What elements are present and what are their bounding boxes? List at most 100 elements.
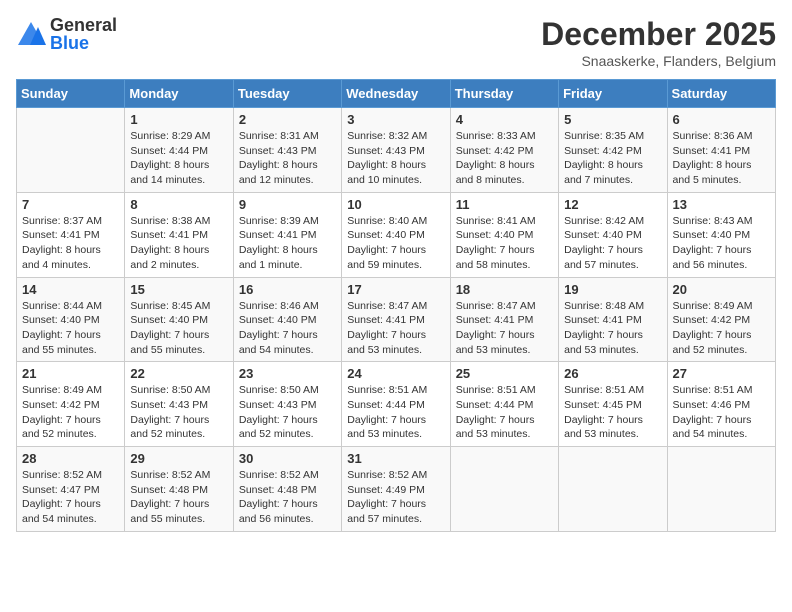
day-info: Sunrise: 8:31 AM Sunset: 4:43 PM Dayligh… — [239, 129, 336, 188]
day-number: 18 — [456, 282, 553, 297]
day-number: 16 — [239, 282, 336, 297]
weekday-header-row: SundayMondayTuesdayWednesdayThursdayFrid… — [17, 80, 776, 108]
calendar-cell: 18 Sunrise: 8:47 AM Sunset: 4:41 PM Dayli… — [450, 277, 558, 362]
calendar-cell: 26 Sunrise: 8:51 AM Sunset: 4:45 PM Dayli… — [559, 362, 667, 447]
day-number: 1 — [130, 112, 227, 127]
month-title: December 2025 — [541, 16, 776, 53]
day-info: Sunrise: 8:47 AM Sunset: 4:41 PM Dayligh… — [347, 299, 444, 358]
day-info: Sunrise: 8:52 AM Sunset: 4:49 PM Dayligh… — [347, 468, 444, 527]
calendar-week-row: 7 Sunrise: 8:37 AM Sunset: 4:41 PM Daylig… — [17, 192, 776, 277]
calendar-cell: 22 Sunrise: 8:50 AM Sunset: 4:43 PM Dayli… — [125, 362, 233, 447]
weekday-header-wednesday: Wednesday — [342, 80, 450, 108]
weekday-header-friday: Friday — [559, 80, 667, 108]
calendar-cell: 5Sunrise: 8:35 AM Sunset: 4:42 PM Daylig… — [559, 108, 667, 193]
calendar-cell — [667, 447, 775, 532]
day-number: 23 — [239, 366, 336, 381]
day-number: 24 — [347, 366, 444, 381]
day-info: Sunrise: 8:51 AM Sunset: 4:44 PM Dayligh… — [456, 383, 553, 442]
calendar-cell: 24Sunrise: 8:51 AM Sunset: 4:44 PM Dayli… — [342, 362, 450, 447]
calendar-cell: 19 Sunrise: 8:48 AM Sunset: 4:41 PM Dayli… — [559, 277, 667, 362]
calendar-cell: 20Sunrise: 8:49 AM Sunset: 4:42 PM Dayli… — [667, 277, 775, 362]
day-number: 6 — [673, 112, 770, 127]
day-info: Sunrise: 8:42 AM Sunset: 4:40 PM Dayligh… — [564, 214, 661, 273]
day-info: Sunrise: 8:49 AM Sunset: 4:42 PM Dayligh… — [673, 299, 770, 358]
day-number: 4 — [456, 112, 553, 127]
day-number: 10 — [347, 197, 444, 212]
logo-blue-text: Blue — [50, 34, 117, 52]
calendar-cell: 3 Sunrise: 8:32 AM Sunset: 4:43 PM Daylig… — [342, 108, 450, 193]
day-info: Sunrise: 8:46 AM Sunset: 4:40 PM Dayligh… — [239, 299, 336, 358]
calendar-cell: 2 Sunrise: 8:31 AM Sunset: 4:43 PM Daylig… — [233, 108, 341, 193]
calendar-table: SundayMondayTuesdayWednesdayThursdayFrid… — [16, 79, 776, 532]
calendar-cell: 9Sunrise: 8:39 AM Sunset: 4:41 PM Daylig… — [233, 192, 341, 277]
calendar-cell: 6Sunrise: 8:36 AM Sunset: 4:41 PM Daylig… — [667, 108, 775, 193]
day-info: Sunrise: 8:32 AM Sunset: 4:43 PM Dayligh… — [347, 129, 444, 188]
day-info: Sunrise: 8:39 AM Sunset: 4:41 PM Dayligh… — [239, 214, 336, 273]
calendar-cell: 1 Sunrise: 8:29 AM Sunset: 4:44 PM Daylig… — [125, 108, 233, 193]
calendar-cell: 17 Sunrise: 8:47 AM Sunset: 4:41 PM Dayli… — [342, 277, 450, 362]
calendar-cell: 8Sunrise: 8:38 AM Sunset: 4:41 PM Daylig… — [125, 192, 233, 277]
day-number: 13 — [673, 197, 770, 212]
day-number: 7 — [22, 197, 119, 212]
calendar-cell: 13 Sunrise: 8:43 AM Sunset: 4:40 PM Dayli… — [667, 192, 775, 277]
weekday-header-thursday: Thursday — [450, 80, 558, 108]
day-number: 3 — [347, 112, 444, 127]
day-info: Sunrise: 8:47 AM Sunset: 4:41 PM Dayligh… — [456, 299, 553, 358]
day-info: Sunrise: 8:51 AM Sunset: 4:45 PM Dayligh… — [564, 383, 661, 442]
weekday-header-monday: Monday — [125, 80, 233, 108]
calendar-cell: 23 Sunrise: 8:50 AM Sunset: 4:43 PM Dayli… — [233, 362, 341, 447]
day-number: 15 — [130, 282, 227, 297]
calendar-cell: 14 Sunrise: 8:44 AM Sunset: 4:40 PM Dayli… — [17, 277, 125, 362]
calendar-cell — [17, 108, 125, 193]
day-number: 12 — [564, 197, 661, 212]
day-number: 17 — [347, 282, 444, 297]
day-info: Sunrise: 8:45 AM Sunset: 4:40 PM Dayligh… — [130, 299, 227, 358]
day-info: Sunrise: 8:37 AM Sunset: 4:41 PM Dayligh… — [22, 214, 119, 273]
day-info: Sunrise: 8:50 AM Sunset: 4:43 PM Dayligh… — [130, 383, 227, 442]
day-info: Sunrise: 8:50 AM Sunset: 4:43 PM Dayligh… — [239, 383, 336, 442]
logo: General Blue — [16, 16, 117, 52]
calendar-cell: 21 Sunrise: 8:49 AM Sunset: 4:42 PM Dayli… — [17, 362, 125, 447]
day-info: Sunrise: 8:29 AM Sunset: 4:44 PM Dayligh… — [130, 129, 227, 188]
day-info: Sunrise: 8:52 AM Sunset: 4:48 PM Dayligh… — [130, 468, 227, 527]
day-number: 27 — [673, 366, 770, 381]
day-number: 26 — [564, 366, 661, 381]
day-info: Sunrise: 8:49 AM Sunset: 4:42 PM Dayligh… — [22, 383, 119, 442]
day-number: 11 — [456, 197, 553, 212]
calendar-cell: 27Sunrise: 8:51 AM Sunset: 4:46 PM Dayli… — [667, 362, 775, 447]
day-info: Sunrise: 8:52 AM Sunset: 4:48 PM Dayligh… — [239, 468, 336, 527]
weekday-header-sunday: Sunday — [17, 80, 125, 108]
header: General Blue December 2025 Snaaskerke, F… — [16, 16, 776, 69]
calendar-cell: 31Sunrise: 8:52 AM Sunset: 4:49 PM Dayli… — [342, 447, 450, 532]
day-info: Sunrise: 8:43 AM Sunset: 4:40 PM Dayligh… — [673, 214, 770, 273]
day-number: 22 — [130, 366, 227, 381]
calendar-week-row: 28Sunrise: 8:52 AM Sunset: 4:47 PM Dayli… — [17, 447, 776, 532]
day-info: Sunrise: 8:44 AM Sunset: 4:40 PM Dayligh… — [22, 299, 119, 358]
day-info: Sunrise: 8:38 AM Sunset: 4:41 PM Dayligh… — [130, 214, 227, 273]
day-number: 25 — [456, 366, 553, 381]
calendar-cell — [559, 447, 667, 532]
day-number: 2 — [239, 112, 336, 127]
calendar-week-row: 1 Sunrise: 8:29 AM Sunset: 4:44 PM Daylig… — [17, 108, 776, 193]
calendar-week-row: 14 Sunrise: 8:44 AM Sunset: 4:40 PM Dayli… — [17, 277, 776, 362]
calendar-cell: 15 Sunrise: 8:45 AM Sunset: 4:40 PM Dayli… — [125, 277, 233, 362]
day-info: Sunrise: 8:48 AM Sunset: 4:41 PM Dayligh… — [564, 299, 661, 358]
day-info: Sunrise: 8:33 AM Sunset: 4:42 PM Dayligh… — [456, 129, 553, 188]
calendar-week-row: 21 Sunrise: 8:49 AM Sunset: 4:42 PM Dayli… — [17, 362, 776, 447]
logo-general-text: General — [50, 16, 117, 34]
day-number: 30 — [239, 451, 336, 466]
title-area: December 2025 Snaaskerke, Flanders, Belg… — [541, 16, 776, 69]
weekday-header-saturday: Saturday — [667, 80, 775, 108]
calendar-cell: 11 Sunrise: 8:41 AM Sunset: 4:40 PM Dayli… — [450, 192, 558, 277]
day-info: Sunrise: 8:41 AM Sunset: 4:40 PM Dayligh… — [456, 214, 553, 273]
calendar-cell: 25 Sunrise: 8:51 AM Sunset: 4:44 PM Dayli… — [450, 362, 558, 447]
weekday-header-tuesday: Tuesday — [233, 80, 341, 108]
day-number: 21 — [22, 366, 119, 381]
day-number: 19 — [564, 282, 661, 297]
day-number: 28 — [22, 451, 119, 466]
calendar-cell — [450, 447, 558, 532]
calendar-cell: 28Sunrise: 8:52 AM Sunset: 4:47 PM Dayli… — [17, 447, 125, 532]
calendar-cell: 12 Sunrise: 8:42 AM Sunset: 4:40 PM Dayli… — [559, 192, 667, 277]
calendar-cell: 29Sunrise: 8:52 AM Sunset: 4:48 PM Dayli… — [125, 447, 233, 532]
day-number: 14 — [22, 282, 119, 297]
